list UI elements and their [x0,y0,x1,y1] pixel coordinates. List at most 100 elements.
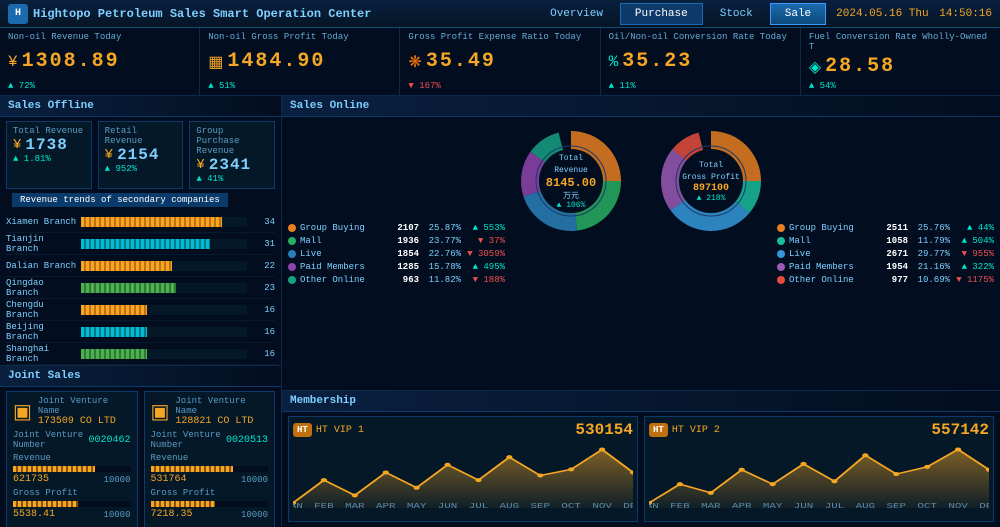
offline-metric-0: Total Revenue ¥ 1738 ▲ 1.81% [6,121,92,189]
svg-text:JAN: JAN [293,502,303,510]
right-stat-label-2: Live [789,249,869,259]
vip-header-0: HT HT VIP 1 530154 [293,421,633,439]
jc-rev-bar-1 [151,466,269,472]
nav-date: 2024.05.16 Thu 14:50:16 [836,8,992,20]
sales-offline-header: Sales Offline [0,96,281,117]
offline-metric-1: Retail Revenue ¥ 2154 ▲ 952% [98,121,184,189]
svg-text:JUN: JUN [794,502,813,510]
sales-offline: Sales Offline Total Revenue ¥ 1738 ▲ 1.8… [0,96,281,366]
vip-value-1: 557142 [931,421,989,439]
stat-label-2: Live [300,249,380,259]
right-stat-val-4: 977 [873,275,908,285]
tab-overview[interactable]: Overview [535,3,618,25]
vip-name-0: HT VIP 1 [316,425,364,436]
stat-label-4: Other Online [300,275,380,285]
right-stat-pct-2: 29.77% [912,249,950,259]
left-stat-2: Live 1854 22.76% ▼ 3059% [288,249,505,259]
svg-text:OCT: OCT [561,502,581,510]
right-stat-val-3: 1954 [873,262,908,272]
vip-header-1: HT HT VIP 2 557142 [649,421,989,439]
vip-value-0: 530154 [575,421,633,439]
svg-text:MAR: MAR [345,502,365,510]
metric-title-1: Non-oil Gross Profit Today [208,32,391,42]
right-stat-dot-4 [777,276,785,284]
online-right-stats: Group Buying 2511 25.76% ▲ 44% Mall 1058… [777,121,994,386]
branch-name-1: Tianjin Branch [6,234,81,254]
branch-bar-container-3 [81,283,247,293]
branch-bar-2 [81,261,172,271]
donut-gross-profit: TotalGross Profit 897100 ▲ 218% [651,121,771,241]
right-stat-chg-3: ▲ 322% [954,262,994,272]
online-left-stats: Group Buying 2107 25.87% ▲ 553% Mall 193… [288,121,505,386]
jc-icon-0: ▣ [13,399,32,425]
jc-name-value-1: 128821 CO LTD [175,416,268,427]
right-stat-2: Live 2671 29.77% ▼ 955% [777,249,994,259]
branch-value-1: 31 [250,239,275,249]
om-icon-1: ¥ [105,147,113,163]
joint-sales-header: Joint Sales [0,366,281,387]
joint-sales: Joint Sales ▣ Joint Venture Name 173509 … [0,366,281,527]
tab-purchase[interactable]: Purchase [620,3,703,25]
metric-sub-3: ▲ 11% [609,81,792,91]
om-value-2: 2341 [209,156,251,174]
tab-sale[interactable]: Sale [770,3,826,25]
right-stat-dot-0 [777,224,785,232]
stat-label-0: Group Buying [300,223,380,233]
main-content: Sales Offline Total Revenue ¥ 1738 ▲ 1.8… [0,96,1000,526]
metric-value-row-0: ¥ 1308.89 [8,50,191,73]
jc-header-0: ▣ Joint Venture Name 173509 CO LTD [13,396,131,427]
om-change-2: ▲ 41% [196,174,268,184]
om-change-1: ▲ 952% [105,164,177,174]
right-stat-dot-3 [777,263,785,271]
membership-body: HT HT VIP 1 530154 JANFEBMARAPRMAYJUNJUL… [282,412,1000,526]
right-stat-label-3: Paid Members [789,262,869,272]
metric-sub-1: ▲ 51% [208,81,391,91]
svg-text:MAY: MAY [763,502,783,510]
top-nav: H Hightopo Petroleum Sales Smart Operati… [0,0,1000,28]
branch-name-0: Xiamen Branch [6,217,81,227]
jc-number-row-0: Joint Venture Number 0020462 [13,430,131,450]
jc-profit-row-1: Gross Profit [151,488,269,498]
tab-stock[interactable]: Stock [705,3,768,25]
branch-row-5: Beijing Branch 16 [6,321,275,343]
metric-icon-1: ▦ [208,52,223,72]
right-stat-dot-2 [777,250,785,258]
offline-metrics: Total Revenue ¥ 1738 ▲ 1.81% Retail Reve… [0,117,281,193]
vip-name-1: HT VIP 2 [672,425,720,436]
stat-val-4: 963 [384,275,419,285]
nav-tabs: Overview Purchase Stock Sale [535,3,826,25]
membership: Membership HT HT VIP 1 530154 JANFEBMARA… [282,391,1000,526]
donut-svg-2 [651,121,771,241]
right-stat-pct-3: 21.16% [912,262,950,272]
nav-logo: H Hightopo Petroleum Sales Smart Operati… [8,4,371,24]
branch-name-6: Shanghai Branch [6,344,81,364]
svg-text:SEP: SEP [887,502,906,510]
right-stat-4: Other Online 977 10.69% ▼ 1175% [777,275,994,285]
metric-icon-0: ¥ [8,53,18,71]
svg-text:APR: APR [376,502,396,510]
right-stat-chg-2: ▼ 955% [954,249,994,259]
vip-chart-1: JANFEBMARAPRMAYJUNJULAUGSEPOCTNOVDEC [649,443,989,513]
jc-profit-row-0: Gross Profit [13,488,131,498]
left-stat-3: Paid Members 1285 15.78% ▲ 495% [288,262,505,272]
svg-text:MAR: MAR [701,502,721,510]
metric-value-3: 35.23 [622,50,692,73]
om-value-1: 2154 [117,146,159,164]
branch-value-0: 34 [250,217,275,227]
logo-icon: H [8,4,28,24]
right-stat-label-0: Group Buying [789,223,869,233]
right-stat-chg-1: ▲ 504% [954,236,994,246]
stat-chg-3: ▲ 495% [465,262,505,272]
branch-bar-container-2 [81,261,247,271]
metric-sub-4: ▲ 54% [809,81,992,91]
sales-online-header: Sales Online [282,96,1000,117]
metric-icon-2: ❋ [408,52,421,72]
jc-name-label-0: Joint Venture Name [38,396,131,416]
stat-chg-1: ▼ 37% [465,236,505,246]
metrics-row: Non-oil Revenue Today ¥ 1308.89 ▲ 72% No… [0,28,1000,96]
stat-dot-3 [288,263,296,271]
stat-pct-0: 25.87% [423,223,461,233]
metric-value-0: 1308.89 [22,50,120,73]
svg-text:DEC: DEC [979,502,989,510]
svg-text:FEB: FEB [314,502,334,510]
